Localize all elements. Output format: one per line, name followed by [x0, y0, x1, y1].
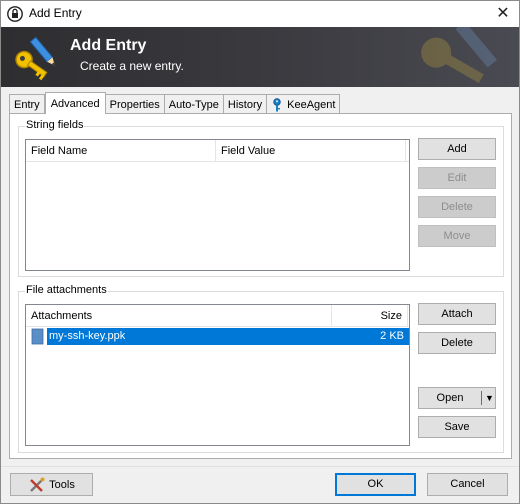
tab-properties[interactable]: Properties: [105, 94, 165, 114]
footer-separator: [1, 466, 519, 467]
column-size[interactable]: Size: [332, 305, 408, 327]
column-field-value[interactable]: Field Value: [216, 140, 406, 162]
window-title: Add Entry: [29, 6, 82, 20]
attachments-list[interactable]: Attachments Size my-ssh-key.ppk 2 KB: [25, 304, 410, 446]
key-icon: [273, 97, 281, 111]
keepass-app-icon: [7, 6, 23, 22]
string-fields-legend: String fields: [25, 119, 85, 131]
file-icon: [31, 328, 44, 345]
column-attachments[interactable]: Attachments: [26, 305, 332, 327]
header-banner: Add Entry Create a new entry.: [1, 27, 519, 87]
column-field-name[interactable]: Field Name: [26, 140, 216, 162]
save-attachment-button[interactable]: Save: [418, 416, 496, 438]
tab-auto-type-label: Auto-Type: [168, 98, 219, 111]
file-attachments-legend: File attachments: [25, 284, 108, 296]
tab-entry[interactable]: Entry: [9, 94, 45, 114]
tab-properties-label: Properties: [109, 98, 160, 111]
chevron-down-icon[interactable]: ▼: [483, 388, 496, 408]
advanced-tab-panel: String fields Field Name Field Value Add…: [9, 113, 512, 459]
tab-keeagent-label: KeeAgent: [287, 98, 336, 111]
attachment-name: my-ssh-key.ppk: [47, 328, 333, 345]
string-fields-list[interactable]: Field Name Field Value: [25, 139, 410, 271]
attachments-header: Attachments Size: [26, 305, 409, 327]
banner-title: Add Entry: [70, 37, 147, 54]
cancel-button[interactable]: Cancel: [427, 473, 508, 496]
tools-button[interactable]: Tools: [10, 473, 93, 496]
tools-icon: [30, 477, 45, 492]
close-icon[interactable]: ✕: [487, 1, 519, 27]
tab-advanced[interactable]: Advanced: [44, 92, 106, 114]
add-field-button[interactable]: Add: [418, 138, 496, 160]
ok-button[interactable]: OK: [335, 473, 416, 496]
delete-field-button[interactable]: Delete: [418, 196, 496, 218]
open-attachment-button[interactable]: Open ▼: [418, 387, 496, 409]
split-separator: [481, 391, 482, 405]
tab-strip: Entry Advanced Properties Auto-Type Hist…: [9, 92, 341, 114]
tab-advanced-label: Advanced: [50, 97, 100, 110]
tab-history[interactable]: History: [223, 94, 268, 114]
move-field-button[interactable]: Move: [418, 225, 496, 247]
tools-label: Tools: [49, 478, 75, 491]
edit-field-button[interactable]: Edit: [418, 167, 496, 189]
tab-auto-type[interactable]: Auto-Type: [164, 94, 224, 114]
attachment-row[interactable]: my-ssh-key.ppk 2 KB: [26, 328, 409, 345]
key-pencil-watermark-icon: [421, 27, 497, 83]
delete-attachment-button[interactable]: Delete: [418, 332, 496, 354]
key-pencil-icon: [15, 36, 55, 81]
string-fields-header: Field Name Field Value: [26, 140, 409, 162]
attach-button[interactable]: Attach: [418, 303, 496, 325]
title-bar[interactable]: Add Entry ✕: [1, 1, 519, 27]
add-entry-window: Add Entry ✕ Add Entry Create a new entry…: [0, 0, 520, 504]
attachment-size: 2 KB: [333, 328, 409, 345]
tab-entry-label: Entry: [14, 98, 40, 111]
open-attachment-label: Open: [436, 392, 464, 404]
tab-history-label: History: [227, 98, 263, 111]
tab-keeagent[interactable]: KeeAgent: [267, 94, 341, 114]
banner-subtitle: Create a new entry.: [80, 59, 184, 73]
